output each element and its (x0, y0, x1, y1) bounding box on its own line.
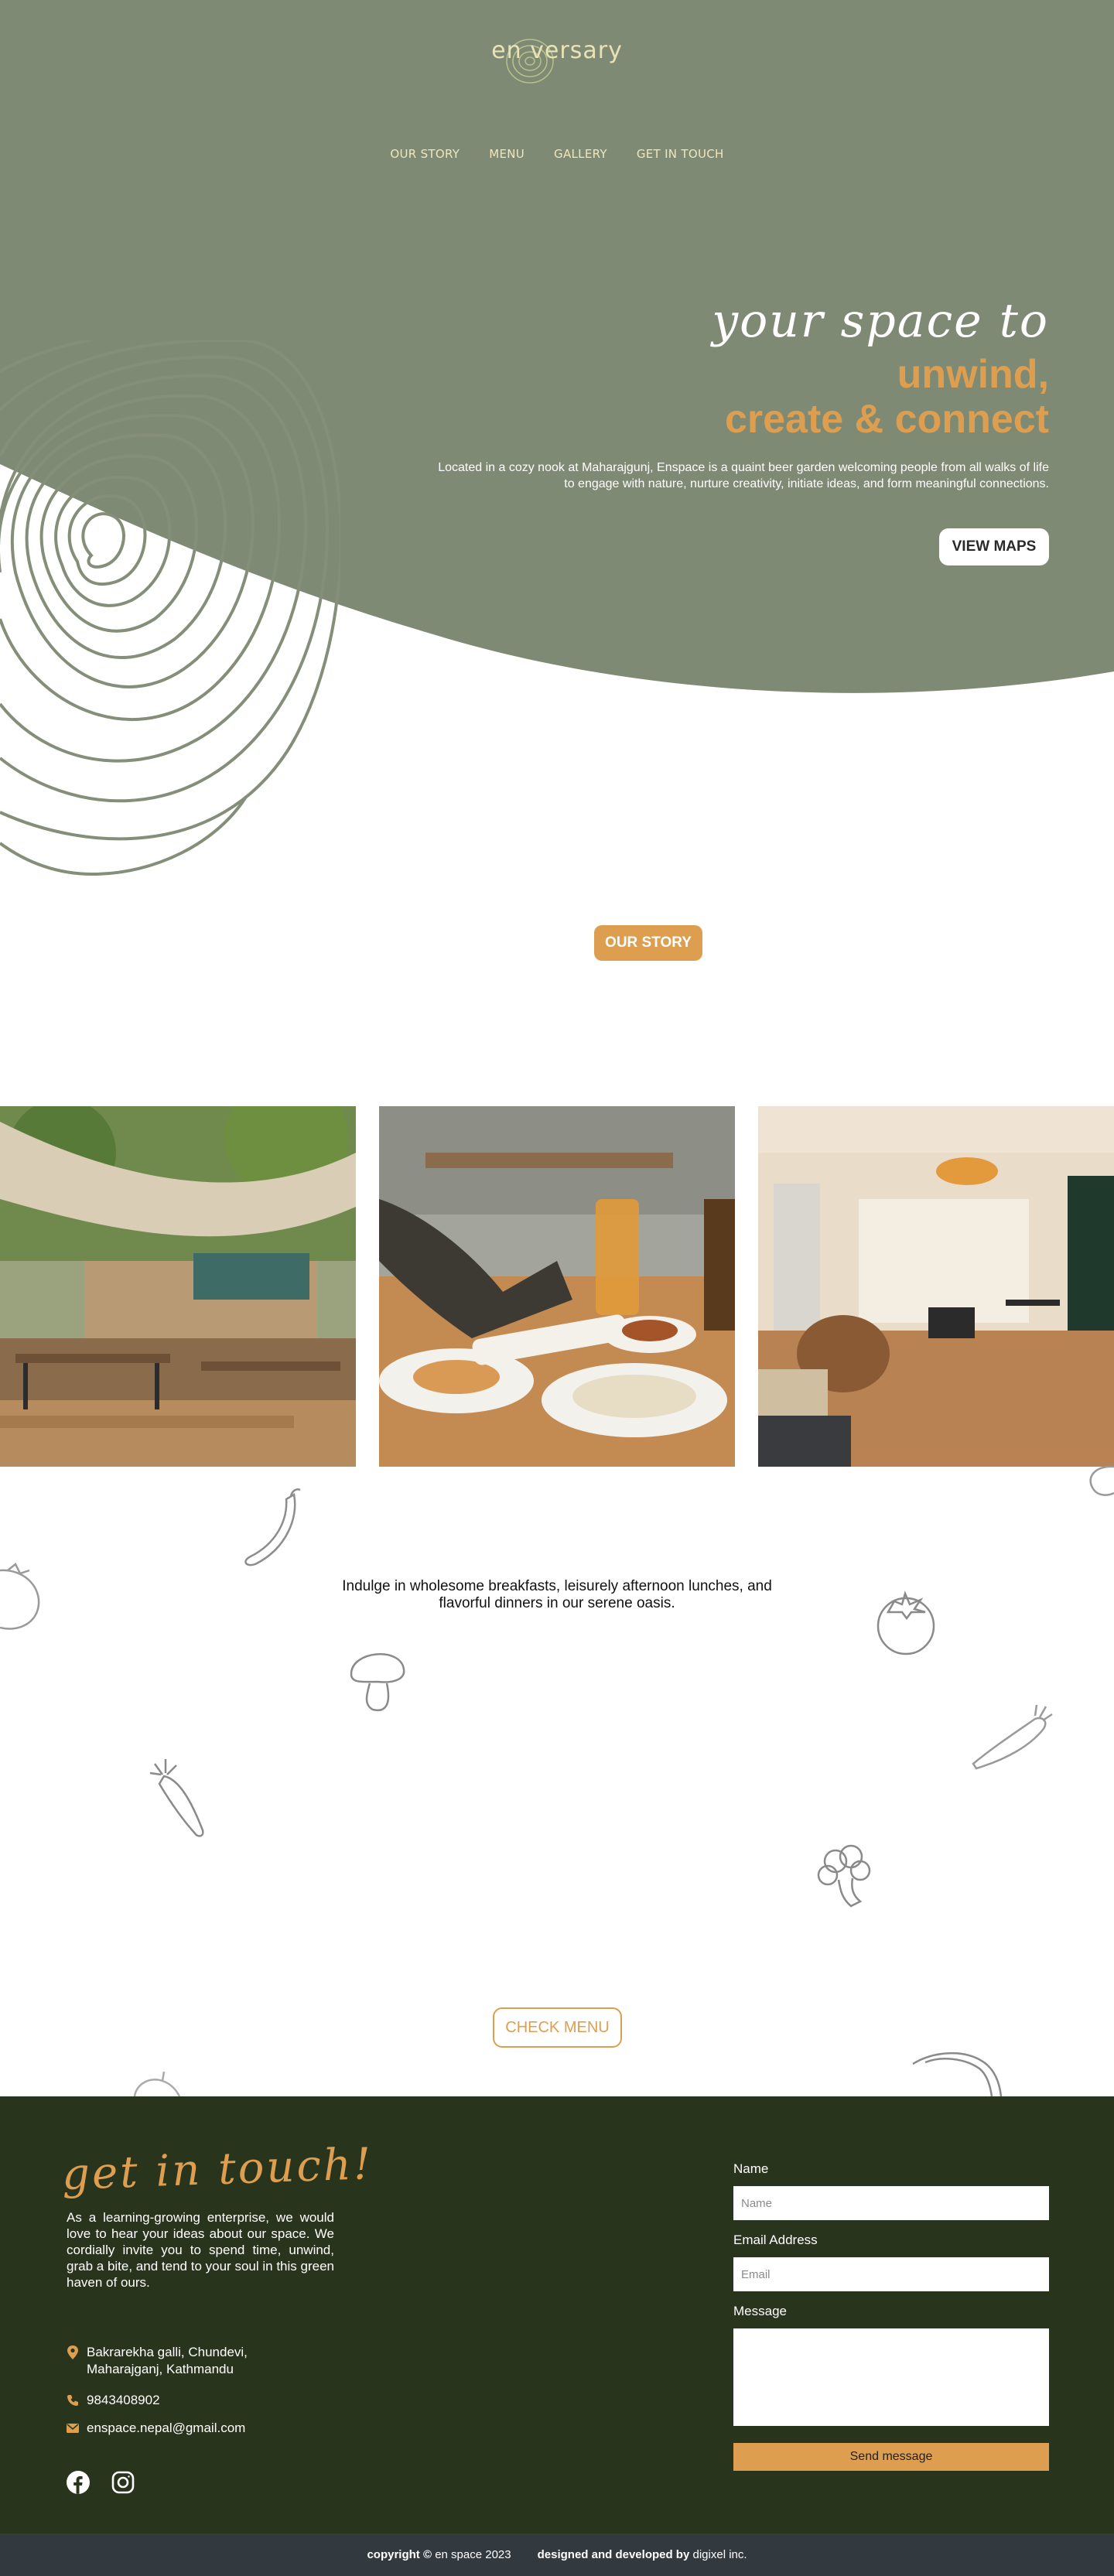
message-field[interactable] (733, 2328, 1049, 2426)
pepper-doodle-bottom-icon (133, 2071, 181, 2096)
copyright-text: en space 2023 (435, 2548, 511, 2561)
copyright-prefix: copyright © (367, 2548, 432, 2561)
gallery-photo-garden[interactable] (0, 1106, 356, 1467)
our-story-button[interactable]: OUR STORY (594, 925, 702, 961)
message-label: Message (733, 2304, 787, 2318)
credit-prefix: designed and developed by (537, 2548, 690, 2561)
send-message-button[interactable]: Send message (733, 2443, 1049, 2471)
contact-form: Name Email Address Message Send message (733, 2161, 1049, 2471)
hero-headline-line2: create & connect (724, 397, 1049, 442)
nav-our-story[interactable]: OUR STORY (390, 147, 460, 161)
logo-text: en versary (491, 37, 623, 64)
hero-description: Located in a cozy nook at Maharajgunj, E… (438, 461, 1049, 490)
contact-intro: As a learning-growing enterprise, we wou… (67, 2210, 334, 2290)
hero-headline: unwind, create & connect (725, 352, 1049, 442)
menu-description: Indulge in wholesome breakfasts, leisure… (342, 1578, 772, 1611)
email-label: Email Address (733, 2233, 818, 2247)
credit-link[interactable]: digixel inc. (693, 2548, 747, 2561)
footer-bar: copyright © en space 2023 designed and d… (0, 2533, 1114, 2576)
email-address: enspace.nepal@gmail.com (87, 2421, 246, 2435)
carrot-doodle-right-icon (972, 1704, 1053, 1770)
name-field[interactable] (733, 2186, 1049, 2220)
nav-menu[interactable]: MENU (489, 147, 525, 161)
get-in-touch-title: get in touch! (60, 2138, 374, 2201)
address-line2: Maharajganj, Kathmandu (87, 2362, 234, 2376)
envelope-icon (67, 2424, 79, 2433)
location-pin-icon (67, 2345, 78, 2359)
copyright: copyright © en space 2023 (367, 2548, 511, 2561)
logo[interactable]: en versary (0, 37, 1114, 84)
credit: designed and developed by digixel inc. (538, 2548, 747, 2561)
tomato-doodle-left-icon (0, 1563, 40, 1630)
social-links (67, 2471, 135, 2494)
email-field[interactable] (733, 2257, 1049, 2291)
contact-section: get in touch! As a learning-growing ente… (0, 2096, 1114, 2533)
pepper-doodle-right-icon (1089, 1465, 1114, 1496)
view-maps-button[interactable]: VIEW MAPS (939, 528, 1049, 565)
page: en versary OUR STORY MENU GALLERY GET IN… (0, 0, 1114, 2576)
gallery-photo-food[interactable] (379, 1106, 735, 1467)
address: Bakrarekha galli, Chundevi, Maharajganj,… (67, 2344, 248, 2378)
main-nav: OUR STORY MENU GALLERY GET IN TOUCH (0, 147, 1114, 161)
phone-number: 9843408902 (87, 2393, 160, 2407)
nav-get-in-touch[interactable]: GET IN TOUCH (637, 147, 724, 161)
check-menu-button[interactable]: CHECK MENU (493, 2007, 622, 2048)
gallery-photo-interior[interactable] (758, 1106, 1114, 1467)
tomato-doodle-icon (877, 1590, 935, 1655)
facebook-icon[interactable] (67, 2471, 90, 2494)
mushroom-doodle-icon (350, 1653, 405, 1712)
name-label: Name (733, 2161, 769, 2176)
tree-rings-illustration (0, 340, 340, 876)
email[interactable]: enspace.nepal@gmail.com (67, 2420, 245, 2437)
broccoli-doodle-icon (817, 1844, 871, 1908)
nav-gallery[interactable]: GALLERY (554, 147, 607, 161)
hero-headline-line1: unwind, (897, 352, 1049, 397)
instagram-icon[interactable] (111, 2471, 135, 2494)
phone-icon (67, 2395, 78, 2406)
eggplant-doodle-icon (912, 2052, 1003, 2096)
address-line1: Bakrarekha galli, Chundevi, (87, 2345, 248, 2359)
gallery (0, 1106, 1114, 1467)
carrot-doodle-left-icon (149, 1759, 204, 1837)
phone[interactable]: 9843408902 (67, 2392, 160, 2409)
chili-doodle-icon (244, 1488, 301, 1566)
hero-script-tagline: your space to (712, 294, 1049, 348)
